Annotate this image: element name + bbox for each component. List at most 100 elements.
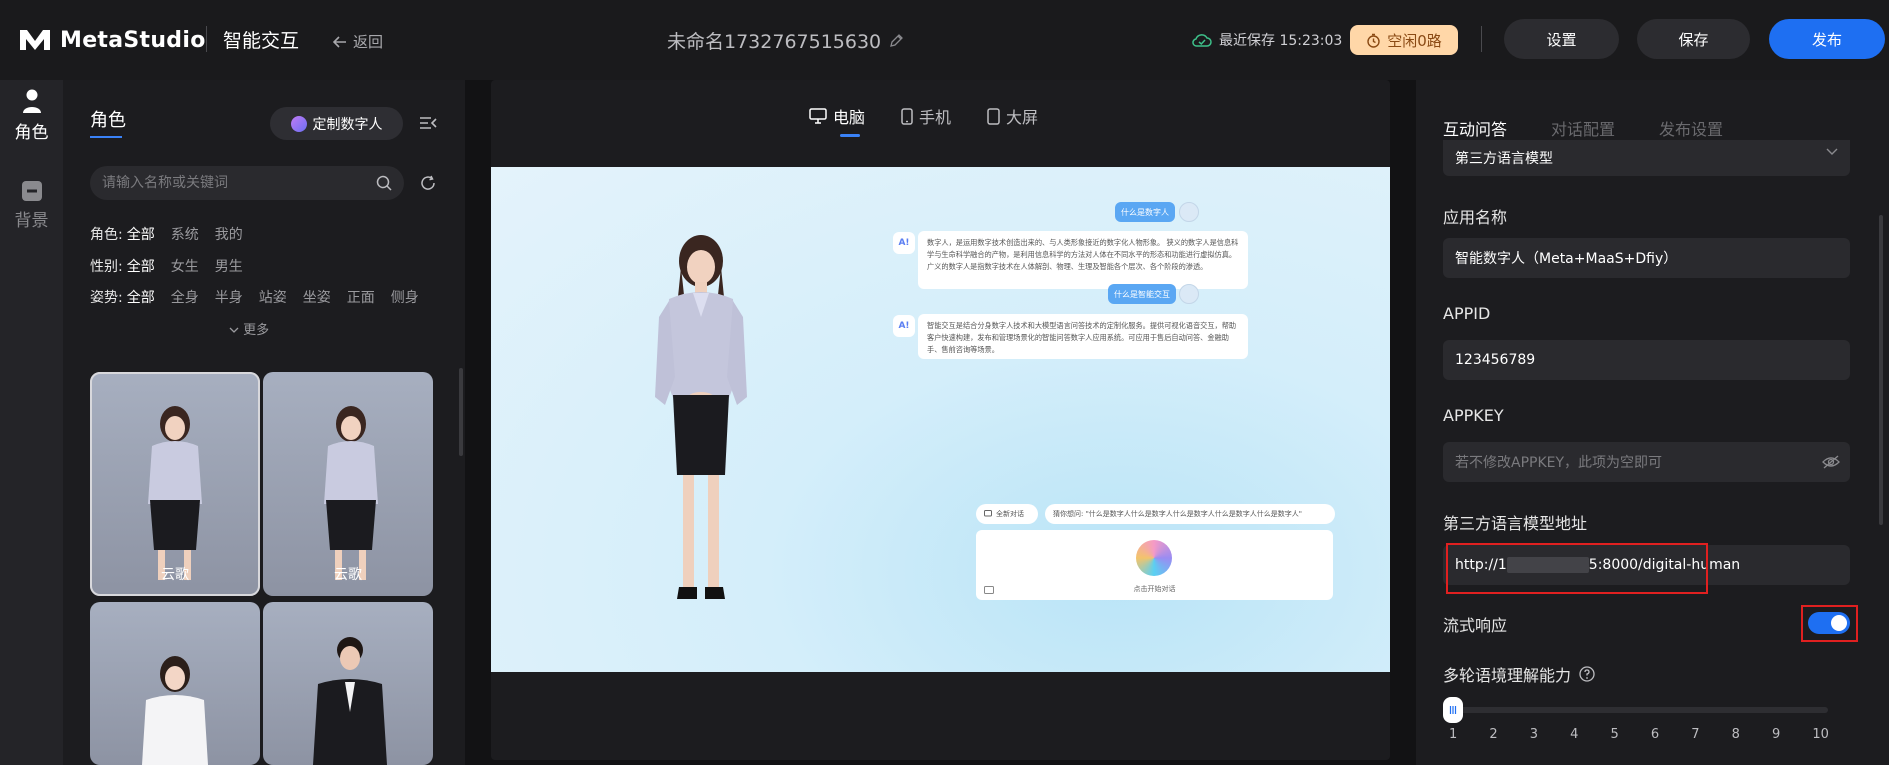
refresh-icon[interactable] (420, 175, 436, 191)
slider-tick: 5 (1610, 727, 1619, 742)
llm-type-select[interactable]: 第三方语言模型 (1443, 140, 1850, 176)
multiturn-slider-handle[interactable] (1443, 697, 1463, 723)
filter-pose-fullbody[interactable]: 全身 (171, 287, 199, 307)
list-filter-icon[interactable] (419, 115, 437, 131)
filter-pose-halfbody[interactable]: 半身 (215, 287, 243, 307)
multiturn-label-row: 多轮语境理解能力 (1443, 662, 1595, 686)
filter-role-all[interactable]: 全部 (127, 224, 155, 244)
suggested-question-chip[interactable]: 猜你想问: "什么是数字人什么是数字人什么是数字人什么是数字人什么是数字人" (1045, 504, 1335, 524)
filter-pose-side[interactable]: 侧身 (391, 287, 419, 307)
user-avatar-icon (1179, 284, 1199, 304)
more-filters-toggle[interactable]: 更多 (229, 319, 269, 338)
tab-role-underline (90, 136, 122, 138)
settings-button[interactable]: 设置 (1504, 19, 1619, 59)
voice-orb-icon[interactable] (1136, 540, 1172, 576)
back-label: 返回 (353, 33, 384, 51)
filter-pose-front[interactable]: 正面 (347, 287, 375, 307)
chat-answer-bubble: 数字人，是运用数字技术创造出来的、与人类形象接近的数字化人物形象。 狭义的数字人… (918, 231, 1248, 289)
save-button[interactable]: 保存 (1637, 19, 1750, 59)
filter-gender-label: 性别: (90, 259, 123, 275)
monitor-icon (809, 108, 827, 124)
filter-pose-sitting[interactable]: 坐姿 (303, 287, 331, 307)
filter-role-mine[interactable]: 我的 (215, 224, 243, 244)
filter-pose: 姿势: 全部 全身 半身 站姿 坐姿 正面 侧身 (90, 287, 435, 307)
save-status: 最近保存 15:23:03 (1192, 30, 1342, 50)
role-card[interactable] (90, 602, 260, 765)
appid-label: APPID (1443, 304, 1491, 323)
search-icon[interactable] (376, 175, 392, 191)
eye-off-icon[interactable] (1822, 455, 1840, 469)
role-card[interactable]: 云歌 (263, 372, 433, 596)
filter-pose-all[interactable]: 全部 (127, 287, 155, 307)
back-button[interactable]: 返回 (333, 31, 383, 52)
keyboard-icon[interactable] (984, 586, 994, 594)
chat-answer-bubble: 智能交互是结合分身数字人技术和大模型语言问答技术的定制化服务。提供可视化语音交互… (918, 314, 1248, 359)
tab-device-pc[interactable]: 电脑 (809, 104, 865, 128)
digital-human-preview (655, 235, 747, 599)
side-nav: 角色 背景 (0, 80, 63, 765)
highlight-url-box (1446, 543, 1708, 594)
edit-pencil-icon[interactable] (889, 33, 904, 48)
app-name-value: 智能数字人（Meta+MaaS+Dfiy） (1455, 251, 1678, 267)
digital-human-figure (142, 656, 208, 765)
chevron-down-icon (1826, 148, 1838, 155)
filter-pose-standing[interactable]: 站姿 (259, 287, 287, 307)
document-title[interactable]: 未命名1732767515630 (667, 27, 904, 54)
brand-logo[interactable]: MetaStudio (18, 26, 206, 54)
device-tabs: 电脑 手机 大屏 (809, 104, 1038, 128)
role-card-name: 云歌 (161, 567, 189, 583)
tab-device-pc-label: 电脑 (833, 108, 866, 127)
filter-gender-female[interactable]: 女生 (171, 256, 199, 276)
filter-role: 角色: 全部 系统 我的 (90, 224, 259, 244)
ai-assistant-icon: A! (893, 232, 915, 254)
sidenav-label-background: 背景 (14, 211, 49, 231)
tab-device-phone[interactable]: 手机 (901, 104, 951, 128)
config-scrollbar[interactable] (1879, 215, 1883, 525)
role-search-input[interactable] (90, 166, 350, 200)
role-card[interactable] (263, 602, 433, 765)
sidenav-item-role[interactable]: 角色 (0, 88, 63, 143)
document-title-text: 未命名1732767515630 (667, 31, 882, 53)
suggested-question-text: 猜你想问: "什么是数字人什么是数字人什么是数字人什么是数字人什么是数字人" (1053, 510, 1303, 518)
arrow-left-icon (333, 35, 346, 48)
tab-device-bigscreen[interactable]: 大屏 (987, 104, 1038, 128)
config-panel: 互动问答 对话配置 发布设置 第三方语言模型 应用名称 智能数字人（Meta+M… (1416, 80, 1889, 765)
filter-role-label: 角色: (90, 227, 123, 243)
filter-gender-all[interactable]: 全部 (127, 256, 155, 276)
custom-button-label: 定制数字人 (312, 116, 383, 133)
llm-type-value: 第三方语言模型 (1455, 151, 1553, 167)
tab-publish-settings[interactable]: 发布设置 (1659, 116, 1723, 140)
chat-input-area[interactable]: 点击开始对话 (976, 530, 1333, 600)
config-tabs: 互动问答 对话配置 发布设置 (1443, 116, 1723, 140)
digital-human-figure (148, 406, 202, 580)
filter-pose-label: 姿势: (90, 290, 123, 306)
appid-field[interactable]: 123456789 (1443, 340, 1850, 380)
filter-gender-male[interactable]: 男生 (215, 256, 243, 276)
appkey-field[interactable]: 若不修改APPKEY，此项为空即可 (1443, 442, 1850, 482)
publish-button[interactable]: 发布 (1769, 19, 1885, 59)
slider-tick: 1 (1449, 727, 1458, 742)
multiturn-slider-track[interactable] (1452, 707, 1828, 713)
sidenav-item-background[interactable]: 背景 (0, 180, 63, 231)
help-circle-icon[interactable] (1579, 666, 1595, 682)
app-name-field[interactable]: 智能数字人（Meta+MaaS+Dfiy） (1443, 238, 1850, 278)
header-divider-2 (1481, 26, 1482, 52)
tab-dialog-config[interactable]: 对话配置 (1551, 116, 1615, 140)
custom-digital-human-button[interactable]: 定制数字人 (270, 107, 403, 140)
multiturn-slider-ticks: 1 2 3 4 5 6 7 8 9 10 (1449, 727, 1829, 742)
multiturn-label: 多轮语境理解能力 (1443, 666, 1572, 685)
tab-device-bigscreen-label: 大屏 (1006, 108, 1039, 127)
module-title: 智能交互 (223, 30, 300, 52)
tab-interactive-qa[interactable]: 互动问答 (1443, 116, 1507, 140)
slider-tick: 9 (1772, 727, 1781, 742)
brand-name: MetaStudio (60, 27, 206, 53)
role-list-scrollbar[interactable] (459, 368, 463, 456)
chat-question-bubble: 什么是智能交互 (1108, 284, 1176, 304)
appkey-label: APPKEY (1443, 406, 1504, 425)
filter-role-system[interactable]: 系统 (171, 224, 199, 244)
role-card[interactable]: 云歌 (90, 372, 260, 596)
sidenav-label-role: 角色 (14, 123, 49, 143)
tab-role[interactable]: 角色 (90, 106, 126, 132)
digital-human-figure (324, 406, 378, 580)
new-chat-button[interactable]: 全新对话 (976, 504, 1038, 524)
